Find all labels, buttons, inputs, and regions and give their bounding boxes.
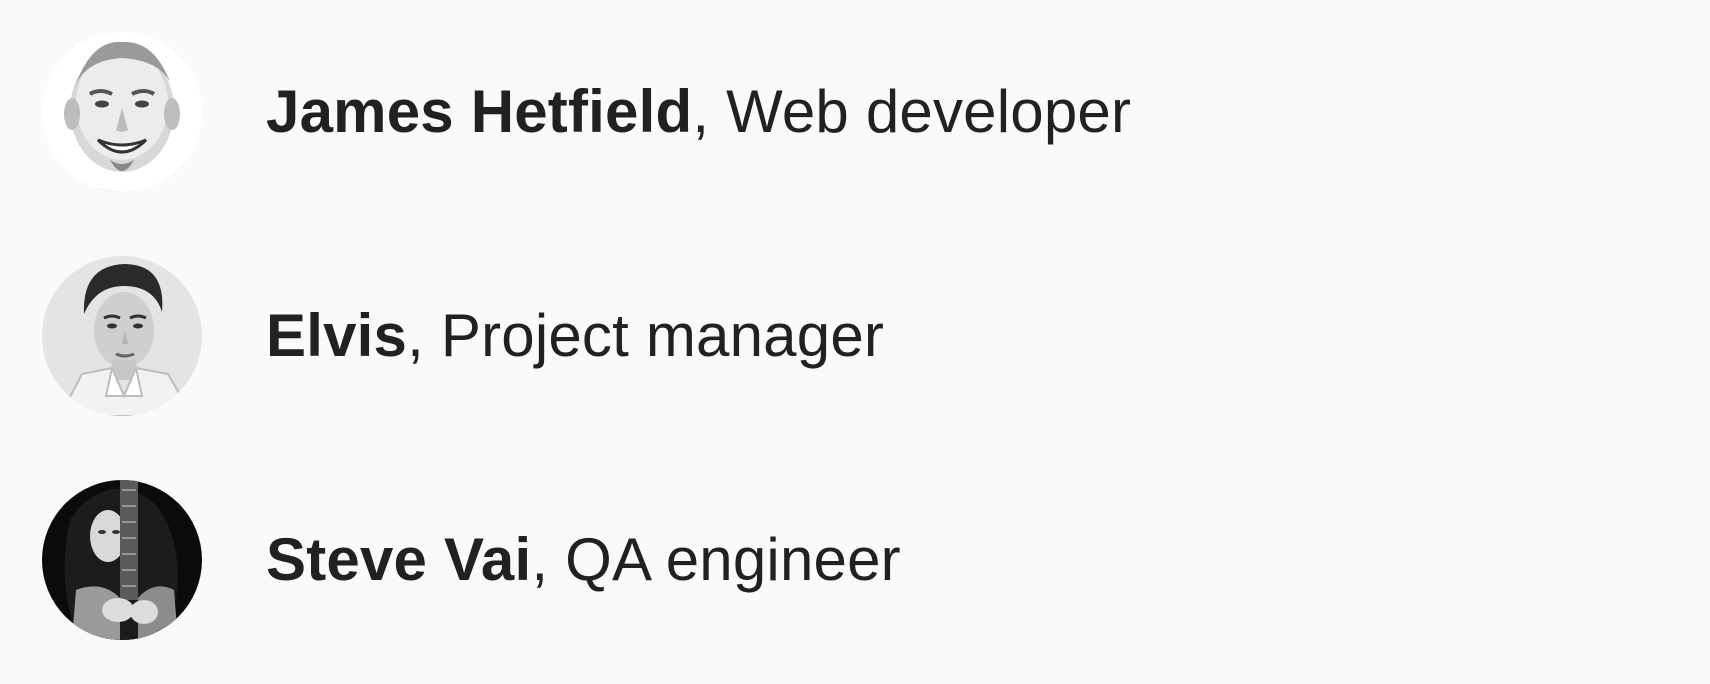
- people-list: James Hetfield, Web developer Elvis, Pro…: [0, 0, 1710, 684]
- person-text: Steve Vai, QA engineer: [266, 530, 901, 590]
- list-item[interactable]: James Hetfield, Web developer: [0, 0, 1710, 224]
- separator: ,: [407, 302, 441, 369]
- separator: ,: [531, 526, 566, 593]
- person-text: Elvis, Project manager: [266, 306, 884, 366]
- list-item[interactable]: Elvis, Project manager: [0, 224, 1710, 448]
- person-role: Web developer: [726, 78, 1132, 145]
- person-name: Elvis: [266, 302, 408, 369]
- avatar: [42, 32, 202, 192]
- person-name: James Hetfield: [266, 78, 693, 145]
- person-name: Steve Vai: [266, 526, 532, 593]
- avatar: [42, 256, 202, 416]
- person-role: QA engineer: [565, 526, 901, 593]
- person-role: Project manager: [440, 302, 885, 369]
- avatar: [42, 480, 202, 640]
- person-text: James Hetfield, Web developer: [266, 82, 1131, 142]
- separator: ,: [692, 78, 727, 145]
- list-item[interactable]: Steve Vai, QA engineer: [0, 448, 1710, 672]
